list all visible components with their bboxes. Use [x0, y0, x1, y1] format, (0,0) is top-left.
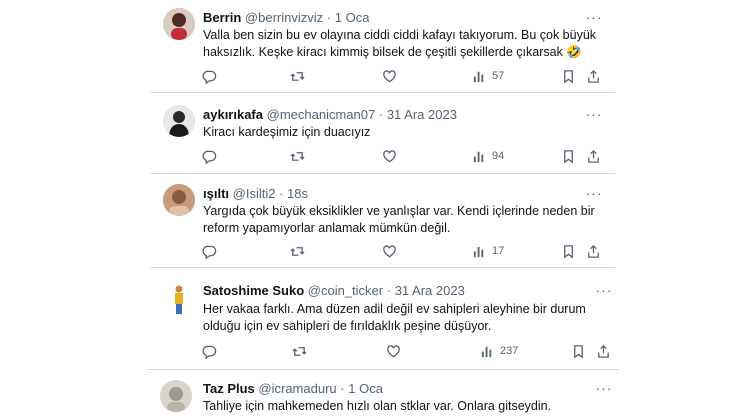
views-button[interactable]: 237	[480, 343, 518, 359]
tweet-divider	[150, 267, 615, 268]
views-count: 94	[492, 150, 505, 162]
views-button[interactable]: 94	[472, 148, 504, 164]
views-button[interactable]: 17	[472, 243, 504, 259]
tweet-divider	[150, 92, 615, 93]
tweet-divider	[147, 369, 619, 370]
avatar[interactable]	[163, 105, 195, 137]
bookmark-button[interactable]	[561, 243, 576, 259]
like-button[interactable]	[382, 68, 397, 84]
bookmark-button[interactable]	[561, 68, 576, 84]
retweet-button[interactable]	[290, 68, 305, 84]
views-count: 237	[500, 345, 519, 357]
tweet-text-line: Valla ben sizin bu ev olayına ciddi cidd…	[203, 28, 597, 42]
bookmark-button[interactable]	[571, 343, 586, 359]
dot-separator: ·	[326, 10, 332, 25]
author-name[interactable]: Berrin	[203, 10, 241, 25]
like-button[interactable]	[382, 148, 397, 164]
tweet-text-line: Kiracı kardeşimiz için duacıyız	[203, 125, 371, 139]
bookmark-icon	[564, 244, 573, 258]
tweet-text-line: haksızlık. Keşke kiracı kimmiş bilsek de…	[203, 45, 582, 59]
dot-separator: ·	[340, 381, 345, 396]
retweet-icon	[290, 71, 305, 81]
views-button[interactable]: 57	[472, 68, 504, 84]
author-handle[interactable]: @icramaduru	[258, 381, 336, 396]
author-name[interactable]: ışıltı	[203, 186, 229, 201]
views-icon	[473, 71, 484, 82]
reply-icon	[202, 345, 217, 359]
views-icon	[473, 151, 484, 162]
share-icon	[588, 69, 599, 83]
retweet-icon	[290, 246, 305, 256]
retweet-button[interactable]	[292, 343, 307, 359]
like-icon	[383, 149, 396, 162]
share-button[interactable]	[586, 68, 601, 84]
retweet-button[interactable]	[290, 243, 305, 259]
like-icon	[387, 344, 400, 357]
author-handle[interactable]: @berrinvizviz	[245, 10, 323, 25]
share-icon	[598, 344, 609, 358]
like-icon	[383, 69, 396, 82]
more-options-icon[interactable]: ···	[585, 185, 603, 201]
more-options-icon[interactable]: ···	[585, 106, 603, 122]
share-icon	[588, 244, 599, 258]
author-handle[interactable]: @Isilti2	[233, 186, 276, 201]
bookmark-icon	[564, 149, 573, 163]
views-icon	[481, 346, 492, 357]
more-options-icon[interactable]: ···	[585, 9, 603, 25]
share-button[interactable]	[596, 343, 611, 359]
tweet-date[interactable]: 1 Oca	[348, 381, 383, 396]
tweet-date[interactable]: 1 Oca	[335, 10, 370, 25]
author-name[interactable]: aykırıkafa	[203, 107, 263, 122]
avatar[interactable]	[163, 283, 195, 315]
share-button[interactable]	[586, 148, 601, 164]
bookmark-icon	[574, 344, 583, 358]
views-icon	[473, 246, 484, 257]
tweet-date[interactable]: 31 Ara 2023	[387, 107, 457, 122]
dot-separator: ·	[279, 186, 284, 201]
tweet-text-line: reform yapamıyorlar anlamak mümkün değil…	[203, 221, 451, 235]
author-handle[interactable]: @coin_ticker	[308, 283, 383, 298]
avatar[interactable]	[163, 184, 195, 216]
views-count: 57	[492, 70, 505, 82]
more-options-icon[interactable]: ···	[595, 380, 613, 396]
reply-icon	[202, 70, 217, 84]
tweet-date[interactable]: 18s	[287, 186, 308, 201]
retweet-icon	[292, 346, 307, 356]
tweet-text-line: olduğu için ev sahipleri de fırıldaklık …	[203, 319, 492, 333]
tweet-text-line: Yargıda çok büyük eksiklikler ve yanlışl…	[203, 204, 595, 218]
tweet-date[interactable]: 31 Ara 2023	[395, 283, 465, 298]
share-icon	[588, 149, 599, 163]
like-button[interactable]	[382, 243, 397, 259]
reply-button[interactable]	[202, 148, 217, 164]
bookmark-icon	[564, 69, 573, 83]
reply-icon	[202, 245, 217, 259]
author-name[interactable]: Satoshime Suko	[203, 283, 304, 298]
retweet-button[interactable]	[290, 148, 305, 164]
avatar[interactable]	[163, 8, 195, 40]
reply-button[interactable]	[202, 243, 217, 259]
more-options-icon[interactable]: ···	[595, 282, 613, 298]
share-button[interactable]	[586, 243, 601, 259]
avatar[interactable]	[160, 380, 192, 412]
reply-button[interactable]	[202, 68, 217, 84]
reply-button[interactable]	[202, 343, 217, 359]
tweet-text-line: Her vakaa farklı. Ama düzen adil değil e…	[203, 302, 586, 316]
dot-separator: ·	[378, 107, 384, 122]
reply-icon	[202, 150, 217, 164]
tweet-divider	[150, 173, 615, 174]
dot-separator: ·	[386, 283, 392, 298]
like-button[interactable]	[386, 343, 401, 359]
author-name[interactable]: Taz Plus	[203, 381, 255, 396]
author-handle[interactable]: @mechanicman07	[267, 107, 376, 122]
views-count: 17	[492, 245, 505, 257]
like-icon	[383, 244, 396, 257]
bookmark-button[interactable]	[561, 148, 576, 164]
retweet-icon	[290, 151, 305, 161]
tweet-text-line: Tahliye için mahkemeden hızlı olan stkla…	[203, 399, 552, 413]
